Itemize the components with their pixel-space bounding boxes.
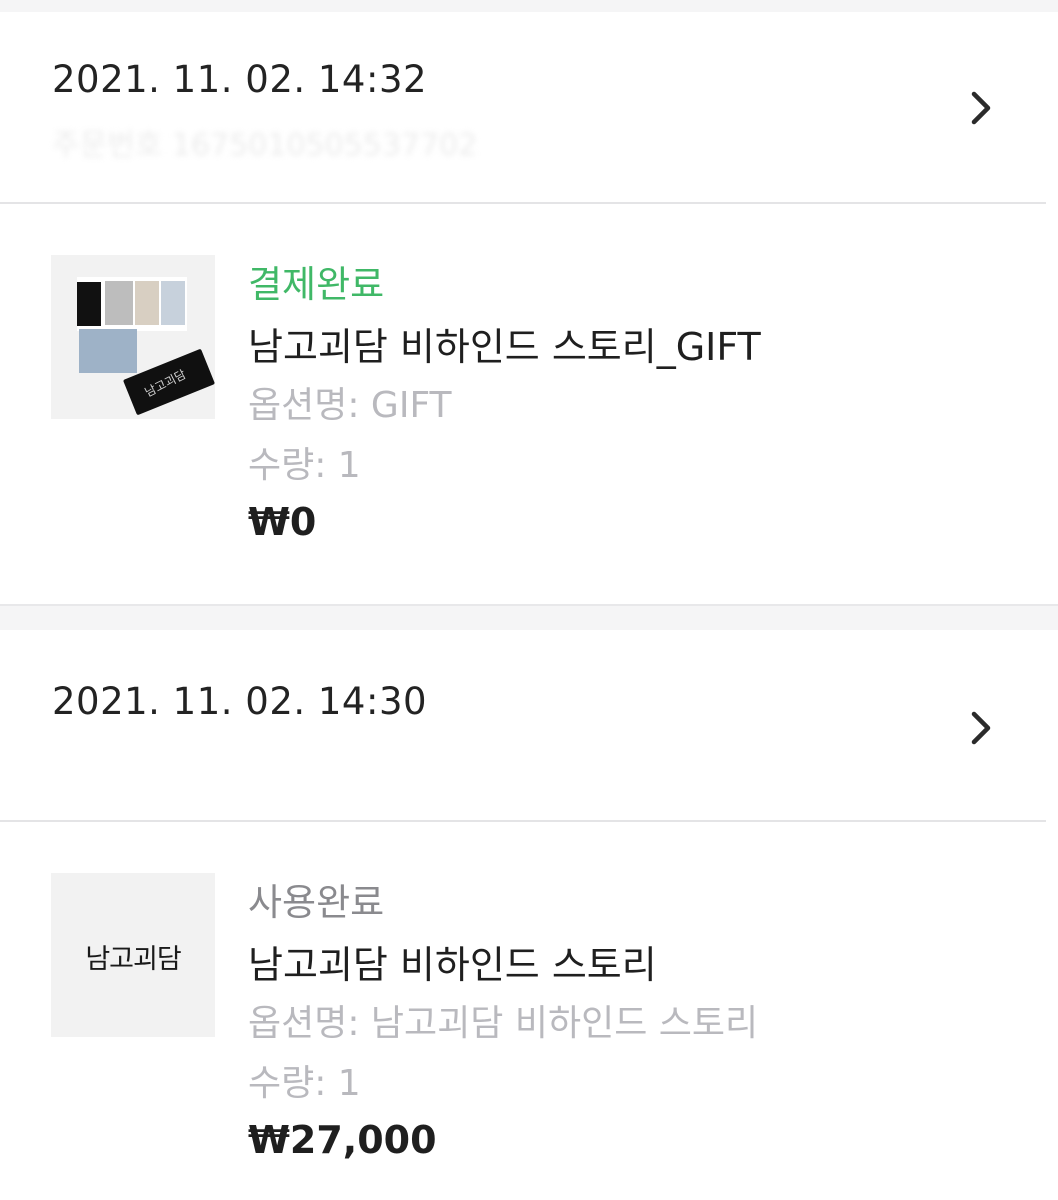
price: ₩0 <box>248 500 317 544</box>
product-thumbnail: 남고괴담 <box>51 255 215 419</box>
order-header[interactable]: 2021. 11. 02. 14:32 주문번호 167501050553770… <box>0 12 1046 204</box>
product-title: 남고괴담 비하인드 스토리_GIFT <box>248 325 761 369</box>
quantity: 수량: 1 <box>248 445 361 486</box>
order-date: 2021. 11. 02. 14:32 <box>52 58 428 101</box>
order-number: 주문번호 1675010505537702 <box>52 128 478 163</box>
order-card: 2021. 11. 02. 14:30 남고괴담 사용완료 남고괴담 비하인드 … <box>0 630 1058 1200</box>
option-name: 옵션명: 남고괴담 비하인드 스토리 <box>248 1003 759 1044</box>
price: ₩27,000 <box>248 1118 437 1162</box>
product-thumbnail: 남고괴담 <box>51 873 215 1037</box>
chevron-right-icon[interactable] <box>962 88 998 128</box>
order-history-page: 2021. 11. 02. 14:32 주문번호 167501050553770… <box>0 0 1058 1200</box>
divider <box>0 604 1058 606</box>
order-card: 2021. 11. 02. 14:32 주문번호 167501050553770… <box>0 12 1058 606</box>
order-date: 2021. 11. 02. 14:30 <box>52 680 428 723</box>
usage-status: 사용완료 <box>248 881 385 924</box>
order-header[interactable]: 2021. 11. 02. 14:30 <box>0 630 1046 822</box>
product-title: 남고괴담 비하인드 스토리 <box>248 943 657 987</box>
quantity: 수량: 1 <box>248 1063 361 1104</box>
thumbnail-cover-strip <box>77 282 101 326</box>
thumbnail-logo: 남고괴담 <box>85 944 181 975</box>
option-name: 옵션명: GIFT <box>248 385 452 426</box>
payment-status: 결제완료 <box>248 263 385 306</box>
chevron-right-icon[interactable] <box>962 708 998 748</box>
thumbnail-logo: 남고괴담 <box>142 367 189 400</box>
